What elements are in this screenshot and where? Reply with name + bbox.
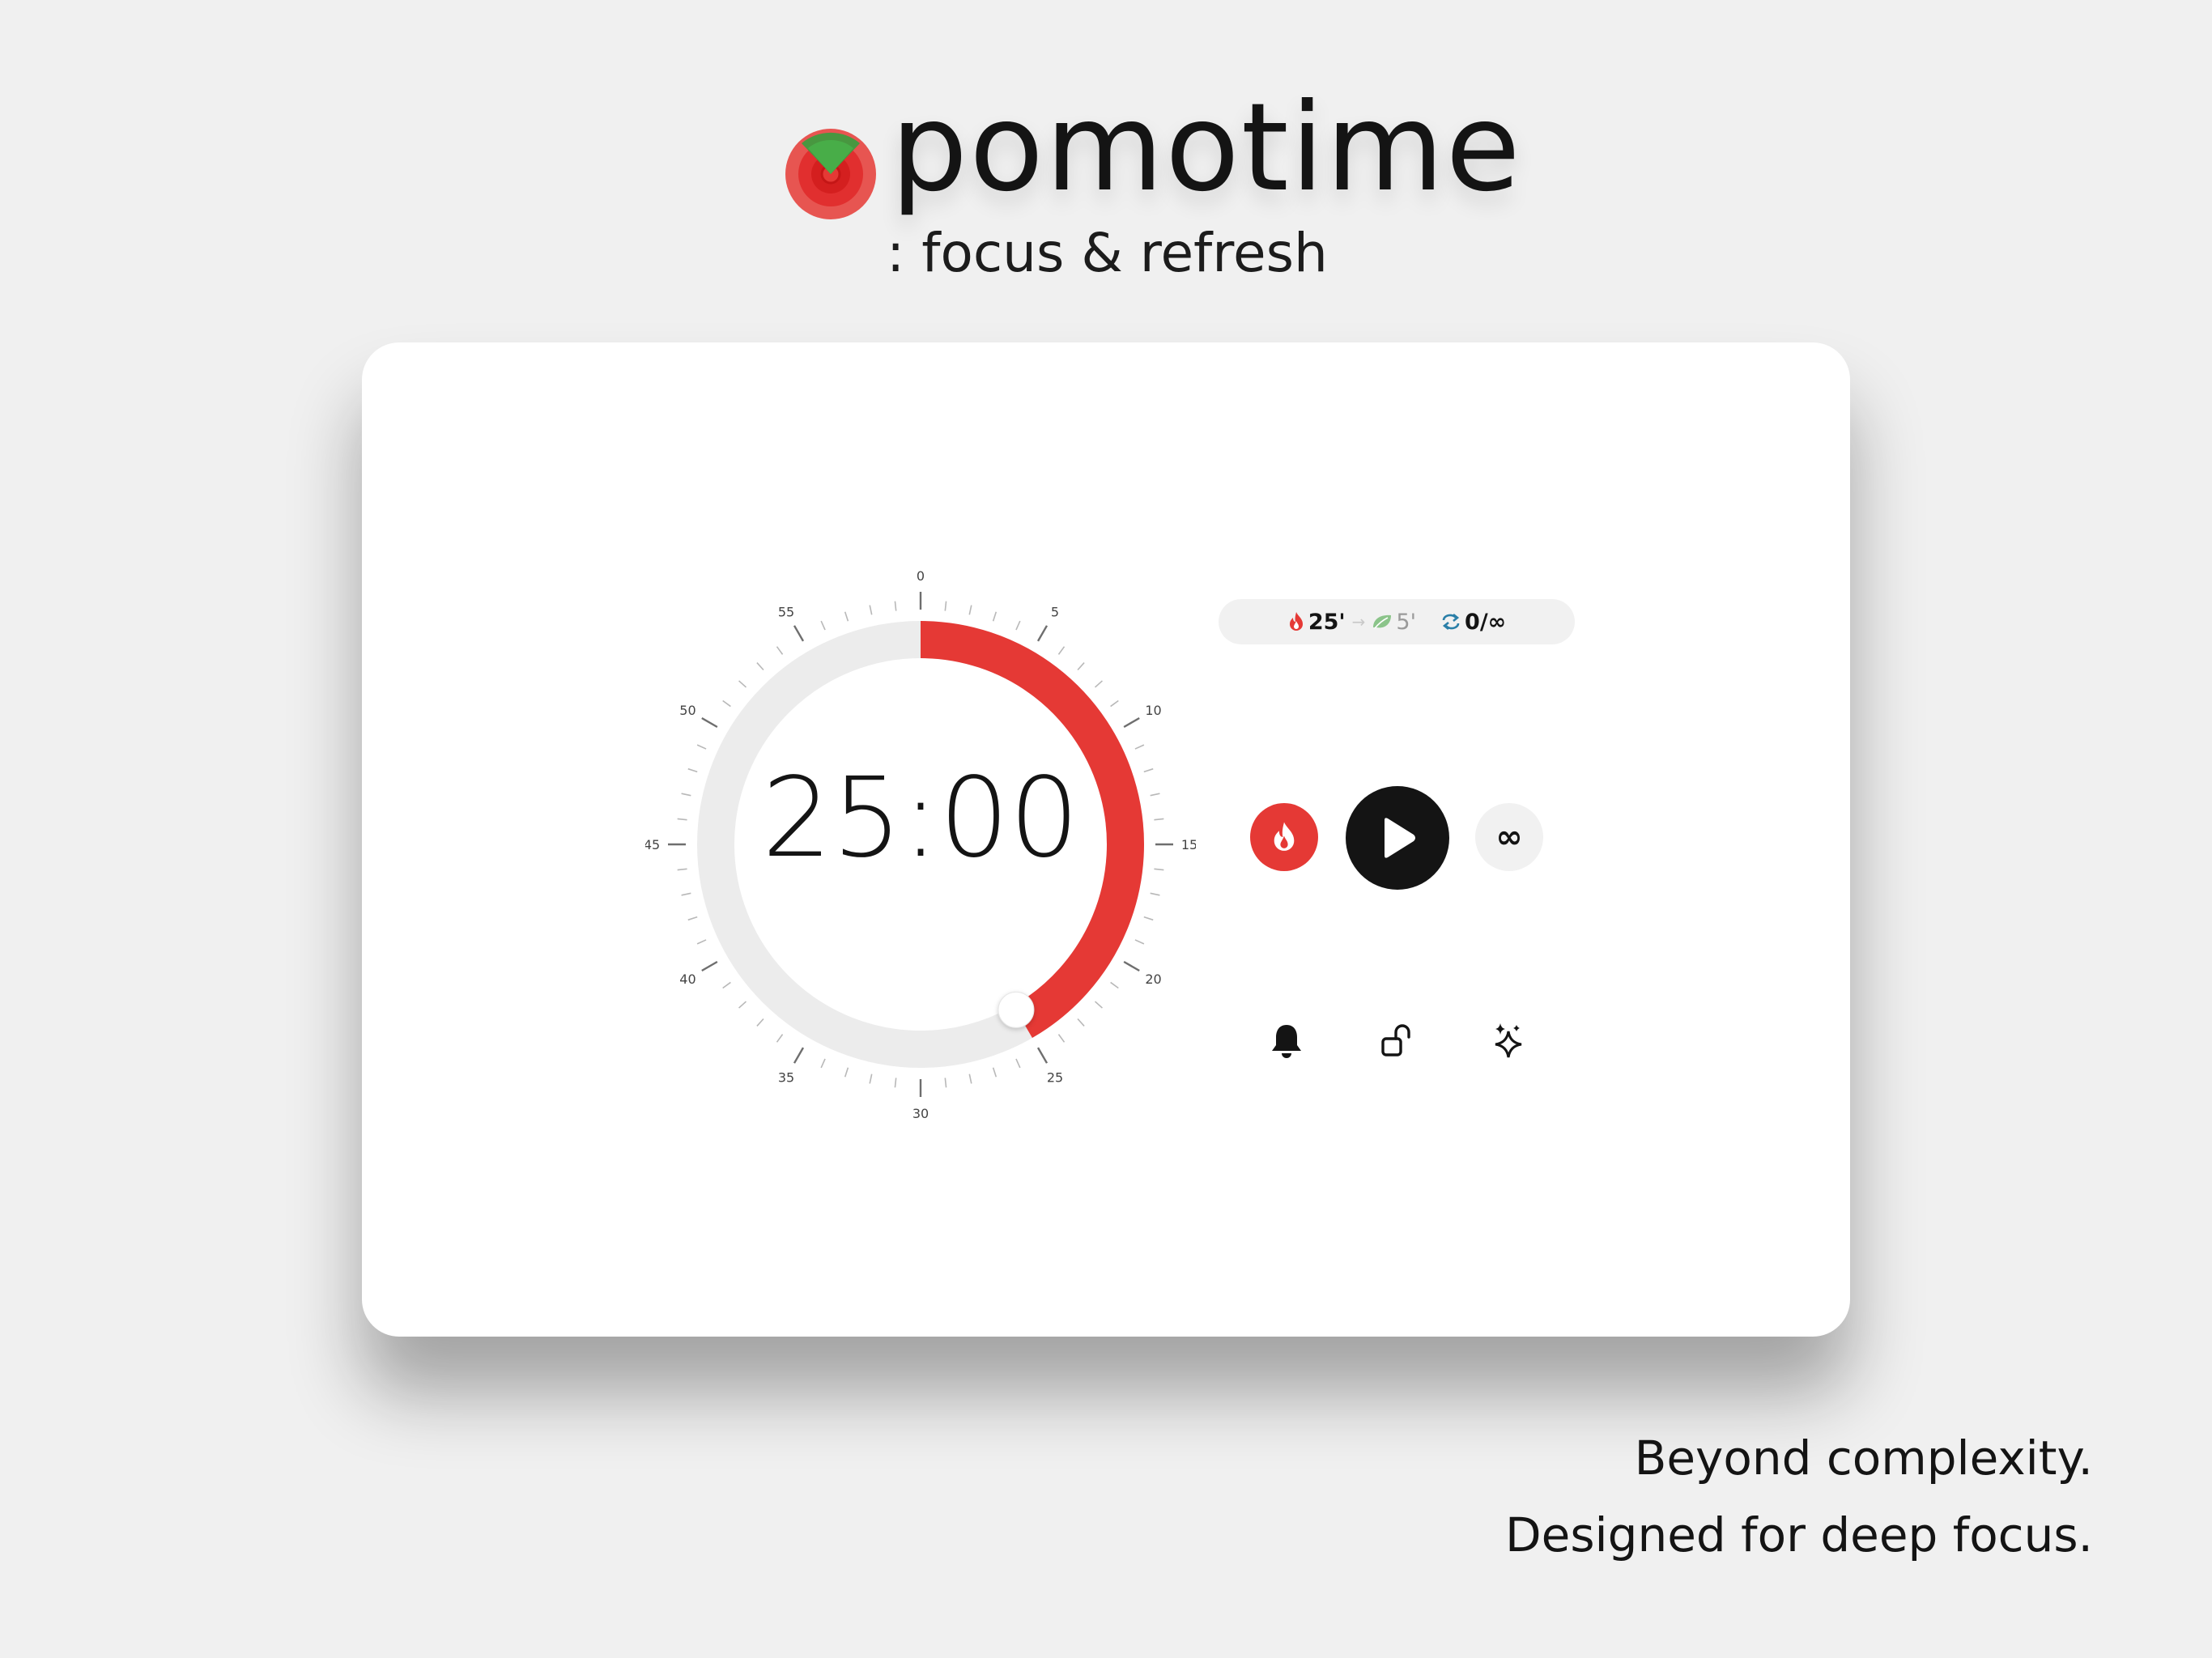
dial-minor-tick xyxy=(738,1001,747,1009)
dial-label: 20 xyxy=(1145,971,1161,987)
arrow-right-icon: → xyxy=(1351,612,1366,631)
dial-minor-tick xyxy=(820,620,826,631)
dial-minor-tick xyxy=(944,1078,947,1088)
dial-label: 25 xyxy=(1047,1070,1063,1086)
dial-minor-tick xyxy=(1057,646,1066,655)
dial-minor-tick xyxy=(681,793,691,797)
dial-minor-tick xyxy=(1077,1018,1085,1027)
dial-minor-tick xyxy=(1094,680,1103,688)
dial-minor-tick xyxy=(738,680,747,688)
dial-label: 40 xyxy=(679,971,696,987)
repeat-icon xyxy=(1442,613,1460,631)
time-display: 25:00 xyxy=(762,755,1079,882)
dial-minor-tick xyxy=(1134,939,1145,945)
dial-major-tick xyxy=(793,625,805,642)
dial-minor-tick xyxy=(696,939,707,945)
dial-major-tick xyxy=(1123,960,1140,972)
dial-minor-tick xyxy=(968,605,972,615)
dial-label: 10 xyxy=(1145,703,1161,718)
dial-minor-tick xyxy=(696,744,707,750)
dial-minor-tick xyxy=(776,646,784,655)
dial-minor-tick xyxy=(968,1073,972,1084)
dial-minor-tick xyxy=(869,605,873,615)
app-screen: pomotime : focus & refresh 0 5 10 15 20 25 30 3… xyxy=(0,0,2212,1658)
dial-label: 0 xyxy=(917,569,925,584)
dial-major-tick xyxy=(701,960,718,972)
dial-minor-tick xyxy=(1143,767,1154,773)
dial-minor-tick xyxy=(677,818,687,821)
sparkles-icon xyxy=(1495,1023,1522,1058)
dial-minor-tick xyxy=(756,662,764,671)
dial-major-tick xyxy=(1036,625,1049,642)
dial-label: 5 xyxy=(1051,604,1059,619)
app-subtitle: : focus & refresh xyxy=(887,222,1328,284)
focus-duration-label: 25' xyxy=(1308,609,1346,635)
lock-toggle-button[interactable] xyxy=(1372,1015,1423,1067)
leaf-icon xyxy=(1373,614,1392,629)
dial-major-tick xyxy=(1123,716,1140,729)
dial-minor-tick xyxy=(820,1058,826,1069)
dial-minor-tick xyxy=(1110,981,1119,989)
focus-mode-button[interactable] xyxy=(1250,803,1318,871)
dial-label: 30 xyxy=(912,1106,929,1120)
dial-major-tick xyxy=(701,716,718,729)
tagline-line-1: Beyond complexity. xyxy=(1634,1431,2093,1486)
dial-minor-tick xyxy=(1057,1034,1066,1043)
infinity-icon: ∞ xyxy=(1495,818,1523,856)
dial-minor-tick xyxy=(756,1018,764,1027)
dial-minor-tick xyxy=(992,611,998,622)
extras-button[interactable] xyxy=(1483,1015,1535,1067)
dial-label: 50 xyxy=(679,703,696,718)
dial-minor-tick xyxy=(844,1067,849,1078)
tagline-line-2: Designed for deep focus. xyxy=(1504,1507,2093,1562)
timer-card: 0 5 10 15 20 25 30 35 40 45 50 55 25:00 25' → xyxy=(362,342,1850,1337)
dial-minor-tick xyxy=(1134,744,1145,750)
dial-minor-tick xyxy=(1015,620,1021,631)
notifications-button[interactable] xyxy=(1261,1015,1312,1067)
dial-label: 15 xyxy=(1181,837,1196,852)
flame-icon xyxy=(1274,822,1295,851)
focus-duration: 25' xyxy=(1287,610,1346,635)
dial-label: 35 xyxy=(778,1070,794,1086)
dial-minor-tick xyxy=(1150,793,1160,797)
play-icon xyxy=(1385,818,1415,858)
dial-minor-tick xyxy=(1110,699,1119,708)
unlocked-lock-icon xyxy=(1381,1024,1410,1056)
loop-toggle-button[interactable]: ∞ xyxy=(1475,803,1543,871)
dial-minor-tick xyxy=(844,611,849,622)
dial-label: 55 xyxy=(778,604,794,619)
cycle-counter: 0/∞ xyxy=(1440,610,1506,635)
dial-label: 45 xyxy=(645,837,660,852)
dial-minor-tick xyxy=(722,699,731,708)
break-duration: 5' xyxy=(1372,610,1416,635)
cycle-counter-label: 0/∞ xyxy=(1465,609,1507,635)
dial-minor-tick xyxy=(1077,662,1085,671)
dial-major-tick xyxy=(1036,1047,1049,1064)
dial-minor-tick xyxy=(992,1067,998,1078)
dial-minor-tick xyxy=(681,892,691,896)
dial-minor-tick xyxy=(1143,916,1154,921)
dial-minor-tick xyxy=(1150,892,1160,896)
flame-icon xyxy=(1289,612,1303,631)
dial-minor-tick xyxy=(1154,818,1164,821)
bell-icon xyxy=(1272,1025,1301,1058)
dial-minor-tick xyxy=(776,1034,784,1043)
dial-minor-tick xyxy=(1015,1058,1021,1069)
dial-drag-handle[interactable] xyxy=(998,991,1035,1028)
dial-minor-tick xyxy=(722,981,731,989)
play-button[interactable] xyxy=(1346,786,1449,890)
dial-minor-tick xyxy=(687,767,698,773)
dial-minor-tick xyxy=(869,1073,873,1084)
dial-major-tick xyxy=(793,1047,805,1064)
app-title: pomotime xyxy=(891,78,1522,219)
break-duration-label: 5' xyxy=(1396,609,1417,635)
dial-minor-tick xyxy=(1094,1001,1103,1009)
dial-minor-tick xyxy=(944,601,947,611)
session-status-pill[interactable]: 25' → 5' 0/∞ xyxy=(1219,599,1575,644)
tomato-logo-icon xyxy=(785,129,876,219)
dial-minor-tick xyxy=(687,916,698,921)
